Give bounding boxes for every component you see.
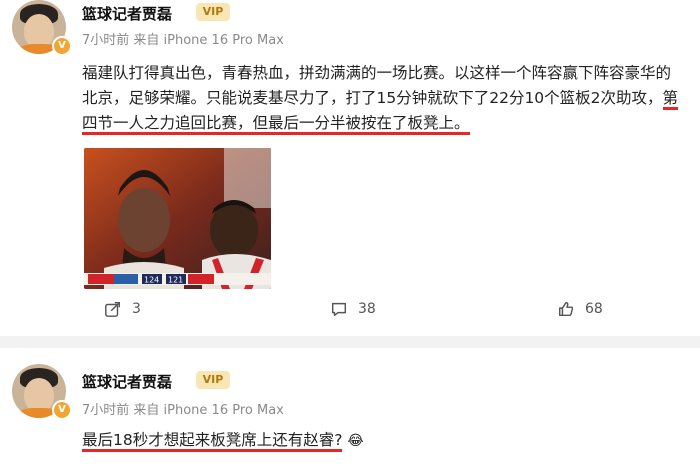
players-photo: 124 121	[84, 148, 271, 289]
like-count: 68	[585, 301, 603, 317]
weibo-post-1: V 篮球记者贾磊 VIP 7小时前 来自 iPhone 16 Pro Max 福…	[0, 0, 700, 336]
share-button[interactable]: 3	[104, 300, 141, 318]
thumbs-up-icon	[558, 301, 574, 317]
score-b: 121	[168, 276, 183, 285]
verified-badge-icon: V	[52, 36, 72, 56]
post-image[interactable]: 124 121	[84, 148, 271, 289]
vip-crown-icon: VIP	[196, 3, 230, 21]
post-meta: 7小时前 来自 iPhone 16 Pro Max	[82, 403, 284, 418]
username[interactable]: 篮球记者贾磊	[82, 371, 172, 392]
vip-crown-icon: VIP	[196, 371, 230, 389]
post-divider	[0, 336, 700, 348]
action-bar: 3 38 68	[0, 300, 700, 324]
verified-badge-icon: V	[52, 400, 72, 420]
post-text: 福建队打得真出色，青春热血，拼劲满满的一场比赛。以这样一个阵容赢下阵容豪华的北京…	[82, 61, 682, 136]
comment-icon	[331, 302, 347, 317]
score-a: 124	[144, 276, 159, 285]
username[interactable]: 篮球记者贾磊	[82, 3, 172, 24]
like-button[interactable]: 68	[557, 300, 603, 318]
post-text: 最后18秒才想起来板凳席上还有赵睿? 😂	[82, 428, 682, 454]
post-text-highlight: 最后18秒才想起来板凳席上还有赵睿?	[82, 431, 343, 452]
comment-button[interactable]: 38	[330, 300, 376, 318]
comment-count: 38	[358, 301, 376, 317]
post-text-plain: 福建队打得真出色，青春热血，拼劲满满的一场比赛。以这样一个阵容赢下阵容豪华的北京…	[82, 64, 672, 107]
laugh-emoji-icon: 😂	[347, 433, 364, 449]
weibo-post-2: V 篮球记者贾磊 VIP 7小时前 来自 iPhone 16 Pro Max 最…	[0, 348, 700, 471]
share-count: 3	[132, 301, 141, 317]
share-icon	[105, 301, 121, 317]
post-meta: 7小时前 来自 iPhone 16 Pro Max	[82, 33, 284, 48]
